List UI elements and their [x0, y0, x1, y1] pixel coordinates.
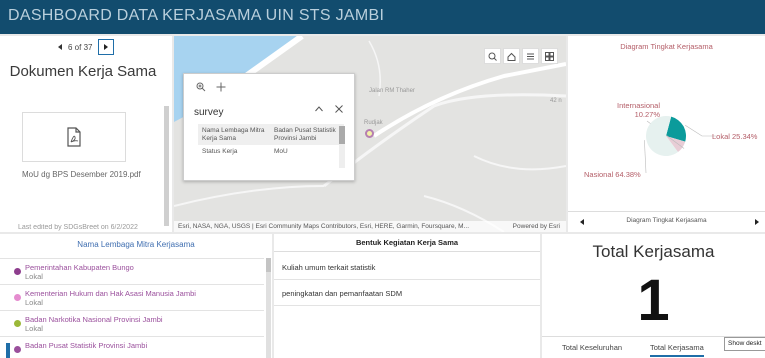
map-search-button[interactable]: [484, 48, 501, 64]
legend-icon: [527, 53, 534, 59]
pdf-file-icon: [67, 127, 81, 147]
popup-tools: [196, 82, 226, 92]
pager: 6 of 37: [58, 39, 115, 55]
total-title: Total Kerjasama: [592, 242, 715, 261]
dashboard-title: DASHBOARD DATA KERJASAMA UIN STS JAMBI: [8, 7, 385, 24]
map-basemap-button[interactable]: [541, 48, 558, 64]
tab-total-kerjasama[interactable]: Total Kerjasama: [650, 343, 704, 357]
popup-title: survey: [194, 107, 224, 118]
list-item[interactable]: Badan Narkotika Nasional Provinsi Jambi L…: [0, 310, 264, 336]
selected-item-indicator: [6, 343, 10, 358]
pager-count: 6 of 37: [68, 42, 93, 52]
attachment-file-name[interactable]: MoU dg BPS Desember 2019.pdf: [22, 170, 142, 180]
home-icon: [507, 52, 516, 61]
activity-item[interactable]: Kuliah umum terkait statistik: [274, 256, 540, 280]
category-dot-icon: [14, 346, 21, 353]
dashboard-header: DASHBOARD DATA KERJASAMA UIN STS JAMBI: [0, 0, 765, 34]
partner-list-scroll-thumb[interactable]: [266, 258, 271, 272]
pie-value-internasional: 10.27%: [635, 110, 661, 119]
map-home-button[interactable]: [503, 48, 520, 64]
pie-label-internasional: Internasional: [617, 101, 660, 110]
chart-panel: Diagram Tingkat Kerjasama Lokal 25.34% In…: [568, 36, 765, 211]
basemap-gallery-icon: [545, 51, 554, 61]
partner-name: Badan Narkotika Nasional Provinsi Jambi: [25, 315, 163, 324]
chart-navigator: Diagram Tingkat Kerjasama: [568, 211, 765, 232]
chart-nav-caption: Diagram Tingkat Kerjasama: [626, 217, 707, 224]
zoom-to-icon[interactable]: [196, 82, 206, 92]
popup-field-value: Badan Pusat Statistik Provinsi Jambi: [269, 124, 344, 145]
list-item[interactable]: Badan Pusat Statistik Provinsi Jambi: [0, 336, 264, 358]
dashboard: DASHBOARD DATA KERJASAMA UIN STS JAMBI 6…: [0, 0, 765, 358]
popup-field-label: Status Kerja: [202, 148, 238, 155]
popup-fields-table: Nama Lembaga Mitra Kerja Sama Badan Pusa…: [198, 124, 344, 159]
map-road-label-2: Rudjak: [364, 120, 383, 126]
pan-icon[interactable]: [216, 82, 226, 92]
partner-name: Pemerintahan Kabupaten Bungo: [25, 263, 134, 272]
attachment-card[interactable]: [22, 112, 126, 162]
activity-panel: Bentuk Kegiatan Kerja Sama Kuliah umum t…: [274, 234, 540, 358]
list-item[interactable]: Pemerintahan Kabupaten Bungo Lokal: [0, 258, 264, 284]
map-number-label: 42 n: [550, 98, 562, 104]
previous-icon[interactable]: [58, 44, 62, 50]
map-legend-button[interactable]: [522, 48, 539, 64]
popup-field-row: Nama Lembaga Mitra Kerja Sama Badan Pusa…: [198, 124, 344, 145]
collapse-icon[interactable]: [314, 104, 324, 114]
partner-list: Pemerintahan Kabupaten Bungo Lokal Kemente…: [0, 258, 264, 358]
popup-field-value: MoU: [273, 148, 288, 155]
feature-popup: survey Nama Lembaga Mitra Kerja Sama Bad…: [183, 73, 355, 181]
popup-field-label: Nama Lembaga Mitra Kerja Sama: [198, 124, 270, 145]
selected-location-marker[interactable]: [365, 129, 374, 138]
pie-leader-line: [644, 140, 647, 174]
search-icon: [488, 52, 497, 61]
popup-field-row: Status Kerja MoU: [198, 145, 344, 159]
pie-label-lokal: Lokal 25.34%: [712, 132, 758, 141]
document-scrollbar[interactable]: [164, 106, 169, 226]
map-attribution: Esri, NASA, NGA, USGS | Esri Community M…: [174, 221, 566, 232]
document-title: Dokumen Kerja Sama: [9, 63, 157, 80]
activity-item[interactable]: peningkatan dan pemanfaatan SDM: [274, 282, 540, 306]
list-item[interactable]: Kementerian Hukum dan Hak Asasi Manusia …: [0, 284, 264, 310]
popup-scrollbar[interactable]: [339, 126, 345, 168]
activity-header: Bentuk Kegiatan Kerja Sama: [274, 234, 540, 252]
chart-next-icon[interactable]: [755, 219, 759, 225]
map-toolbar: [484, 48, 558, 64]
document-panel: 6 of 37 Dokumen Kerja Sama MoU dg BPS De…: [0, 36, 172, 232]
popup-controls: [314, 104, 344, 114]
partner-name: Badan Pusat Statistik Provinsi Jambi: [25, 341, 148, 350]
powered-by-esri[interactable]: Powered by Esri: [513, 221, 560, 232]
chart-title: Diagram Tingkat Kerjasama: [620, 42, 713, 51]
partner-list-scrollbar[interactable]: [266, 258, 271, 358]
pie-label-nasional: Nasional 64.38%: [584, 170, 641, 179]
popup-scroll-thumb[interactable]: [339, 126, 345, 144]
category-dot-icon: [14, 320, 21, 327]
last-edited-text: Last edited by SDGsBreet on 6/2/2022: [18, 224, 138, 231]
total-value: 1: [637, 268, 670, 333]
show-desktop-tooltip: Show deskt: [724, 337, 765, 351]
map-view[interactable]: Jalan RM Thaher Rudjak 42 n survey Nama …: [174, 36, 566, 232]
close-icon[interactable]: [334, 104, 344, 114]
partner-category: Lokal: [25, 298, 43, 307]
partner-list-header: Nama Lembaga Mitra Kerjasama: [77, 240, 195, 249]
next-icon: [104, 44, 109, 50]
partner-list-panel: Nama Lembaga Mitra Kerjasama Pemerintaha…: [0, 234, 272, 358]
partner-category: Lokal: [25, 324, 43, 333]
partner-category: Lokal: [25, 272, 43, 281]
category-dot-icon: [14, 268, 21, 275]
category-dot-icon: [14, 294, 21, 301]
partner-name: Kementerian Hukum dan Hak Asasi Manusia …: [25, 289, 196, 298]
attribution-text: Esri, NASA, NGA, USGS | Esri Community M…: [178, 223, 470, 230]
pie-chart[interactable]: Lokal 25.34% Internasional10.27% Nasional …: [568, 51, 765, 211]
tab-total-keseluruhan[interactable]: Total Keseluruhan: [562, 343, 622, 352]
map-road-label: Jalan RM Thaher: [369, 88, 415, 94]
next-button[interactable]: [98, 39, 115, 55]
